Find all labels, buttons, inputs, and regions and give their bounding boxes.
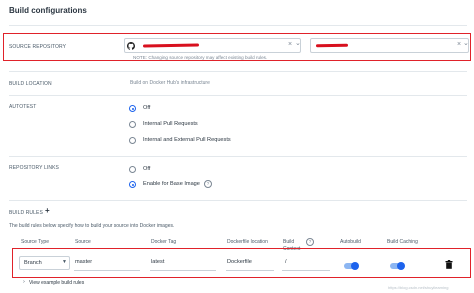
caret-down-icon: ▼ [62, 259, 67, 265]
autotest-off-label: Off [143, 105, 151, 111]
redacted-organization-name [142, 43, 200, 48]
add-build-rule-icon[interactable]: + [45, 206, 50, 215]
expand-icon[interactable]: › [23, 279, 25, 285]
column-header-docker-tag: Docker Tag [151, 239, 177, 245]
repository-links-off-label: Off [143, 166, 151, 172]
autotest-internal-label: Internal Pull Requests [143, 121, 198, 127]
column-header-dockerfile-location: Dockerfile location [227, 239, 268, 245]
repository-select[interactable]: × ⌄ [310, 38, 469, 53]
help-icon[interactable]: ? [204, 180, 212, 188]
column-header-build-context-line1: Build [283, 239, 295, 245]
autotest-off-radio[interactable] [129, 105, 136, 112]
watermark: https://blog.csdn.net/shuyilearning [388, 285, 449, 290]
divider [9, 95, 467, 96]
autotest-internal-external-radio[interactable] [129, 137, 136, 144]
divider [9, 71, 467, 72]
help-icon[interactable]: ? [306, 238, 314, 246]
source-type-value: Branch [24, 260, 42, 266]
organization-select[interactable]: × ⌄ [124, 38, 301, 53]
docker-tag-input[interactable]: latest [150, 256, 216, 271]
chevron-down-icon[interactable]: ⌄ [463, 39, 469, 47]
divider [9, 156, 467, 157]
source-input[interactable]: master [74, 256, 140, 271]
autotest-internal-external-label: Internal and External Pull Requests [143, 137, 231, 143]
toggle-knob [351, 262, 359, 270]
autobuild-toggle[interactable] [344, 262, 359, 270]
chevron-down-icon[interactable]: ⌄ [295, 39, 301, 47]
clear-icon[interactable]: × [288, 41, 292, 48]
build-rules-label: BUILD RULES [9, 210, 43, 216]
repository-links-base-image-radio[interactable] [129, 181, 136, 188]
column-header-source-type: Source Type [21, 239, 49, 245]
page-title: Build configurations [9, 6, 87, 15]
divider [9, 25, 467, 26]
build-rules-description: The build rules below specify how to bui… [9, 223, 175, 229]
toggle-knob [397, 262, 405, 270]
divider [9, 200, 467, 201]
build-context-value: / [285, 259, 287, 265]
source-repository-note: NOTE: Changing source repository may aff… [133, 55, 268, 60]
source-value: master [75, 259, 93, 265]
autotest-internal-radio[interactable] [129, 121, 136, 128]
build-context-input[interactable]: / [282, 256, 330, 271]
repository-links-label: REPOSITORY LINKS [9, 165, 59, 171]
build-location-label: BUILD LOCATION [9, 81, 52, 87]
view-example-build-rules-link[interactable]: View example build rules [29, 280, 84, 286]
column-header-autobuild: Autobuild [340, 239, 361, 245]
docker-tag-value: latest [151, 259, 165, 265]
repository-links-base-image-label: Enable for Base Image [143, 181, 200, 187]
trash-icon[interactable] [445, 260, 453, 269]
clear-icon[interactable]: × [457, 41, 461, 48]
column-header-build-caching: Build Caching [387, 239, 418, 245]
source-repository-label: SOURCE REPOSITORY [9, 44, 67, 50]
column-header-source: Source [75, 239, 91, 245]
build-caching-toggle[interactable] [390, 262, 405, 270]
repository-links-off-radio[interactable] [129, 166, 136, 173]
redacted-repository-name [315, 43, 349, 48]
build-location-value: Build on Docker Hub's infrastructure [130, 80, 210, 86]
dockerfile-location-value: Dockerfile [227, 259, 252, 265]
github-icon [127, 42, 135, 50]
source-type-select[interactable]: Branch ▼ [19, 256, 70, 270]
dockerfile-location-input[interactable]: Dockerfile [226, 256, 274, 271]
autotest-label: AUTOTEST [9, 104, 37, 110]
